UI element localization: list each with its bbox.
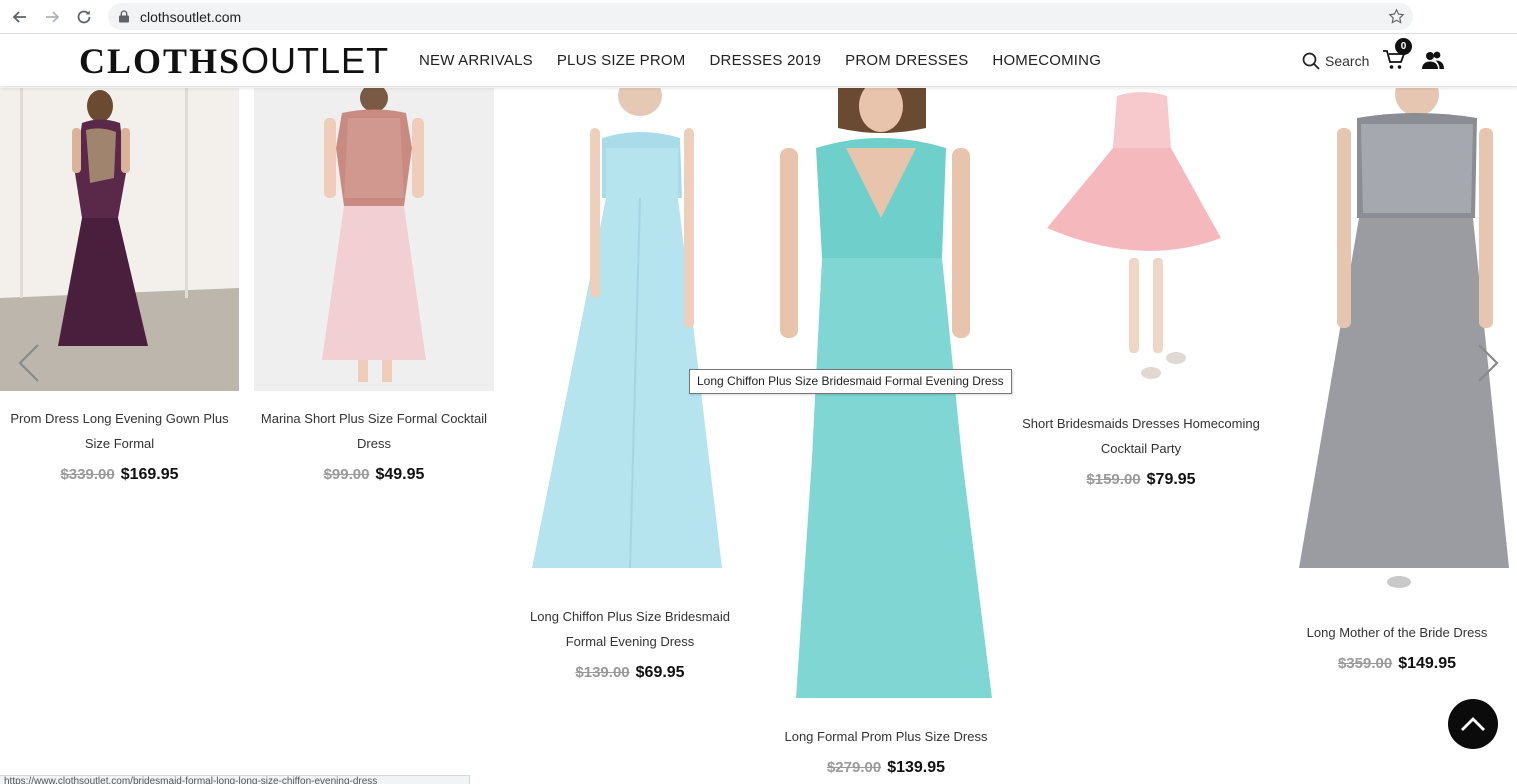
product-card[interactable]: Long Mother of the Bride Dress $359.00 $1…	[1277, 88, 1517, 688]
product-image[interactable]	[510, 88, 750, 588]
product-price: $159.00 $79.95	[1021, 471, 1261, 489]
back-to-top-button[interactable]	[1448, 699, 1498, 749]
logo-bold-text: CLOTHS	[79, 41, 242, 81]
nav-homecoming[interactable]: HOMECOMING	[992, 52, 1101, 69]
forward-icon[interactable]	[41, 6, 63, 28]
nav-dresses-2019[interactable]: DRESSES 2019	[710, 52, 822, 69]
logo-light-text: OUTLET	[241, 40, 390, 81]
old-price: $139.00	[575, 664, 630, 681]
sale-price: $79.95	[1146, 471, 1196, 488]
hover-tooltip: Long Chiffon Plus Size Bridesmaid Formal…	[689, 369, 1012, 394]
address-bar[interactable]: clothsoutlet.com	[108, 3, 1413, 30]
product-carousel: Prom Dress Long Evening Gown Plus Size F…	[0, 88, 1517, 784]
product-card[interactable]: Marina Short Plus Size Formal Cocktail D…	[254, 88, 494, 508]
product-price: $359.00 $149.95	[1277, 655, 1517, 673]
account-icon[interactable]	[1422, 50, 1444, 70]
carousel-next-icon[interactable]	[1475, 343, 1501, 383]
cart-count-badge: 0	[1395, 38, 1412, 55]
product-name[interactable]: Marina Short Plus Size Formal Cocktail D…	[254, 406, 494, 456]
chevron-up-icon	[1461, 717, 1485, 731]
nav-prom-dresses[interactable]: PROM DRESSES	[845, 52, 968, 69]
browser-status-bar: https://www.clothsoutlet.com/bridesmaid-…	[0, 775, 470, 784]
product-image[interactable]	[254, 88, 494, 391]
product-image[interactable]	[766, 88, 1006, 700]
product-name[interactable]: Long Chiffon Plus Size Bridesmaid Formal…	[510, 604, 750, 654]
sale-price: $49.95	[375, 466, 425, 483]
product-price: $279.00 $139.95	[766, 759, 1006, 777]
main-nav: NEW ARRIVALS PLUS SIZE PROM DRESSES 2019…	[419, 52, 1125, 69]
product-price: $339.00 $169.95	[0, 466, 239, 484]
product-image[interactable]	[1021, 88, 1261, 391]
bookmark-star-icon[interactable]	[1388, 8, 1405, 25]
product-name[interactable]: Long Mother of the Bride Dress	[1277, 620, 1517, 645]
reload-icon[interactable]	[73, 6, 95, 28]
sale-price: $149.95	[1398, 655, 1457, 672]
back-icon[interactable]	[9, 6, 31, 28]
search-button[interactable]: Search	[1302, 52, 1369, 70]
sale-price: $139.95	[887, 759, 946, 776]
nav-plus-size-prom[interactable]: PLUS SIZE PROM	[557, 52, 686, 69]
product-name[interactable]: Prom Dress Long Evening Gown Plus Size F…	[0, 406, 239, 456]
product-card[interactable]: Short Bridesmaids Dresses Homecoming Coc…	[1021, 88, 1261, 508]
browser-toolbar: clothsoutlet.com	[0, 0, 1517, 34]
search-label: Search	[1325, 53, 1370, 69]
old-price: $159.00	[1086, 471, 1141, 488]
product-name[interactable]: Long Formal Prom Plus Size Dress	[766, 724, 1006, 749]
old-price: $339.00	[60, 466, 115, 483]
nav-new-arrivals[interactable]: NEW ARRIVALS	[419, 52, 533, 69]
carousel-prev-icon[interactable]	[16, 343, 42, 383]
site-logo[interactable]: CLOTHSOUTLET	[79, 40, 390, 81]
old-price: $359.00	[1337, 655, 1393, 672]
lock-icon	[119, 10, 129, 23]
product-card[interactable]: Prom Dress Long Evening Gown Plus Size F…	[0, 88, 239, 508]
product-price: $139.00 $69.95	[510, 664, 750, 682]
url-text: clothsoutlet.com	[140, 9, 242, 25]
product-card[interactable]: Long Formal Prom Plus Size Dress $279.00…	[766, 88, 1006, 784]
search-icon	[1302, 52, 1320, 70]
site-header: CLOTHSOUTLET NEW ARRIVALS PLUS SIZE PROM…	[0, 35, 1517, 87]
sale-price: $169.95	[120, 466, 179, 483]
old-price: $99.00	[323, 466, 370, 483]
sale-price: $69.95	[635, 664, 685, 681]
product-price: $99.00 $49.95	[254, 466, 494, 484]
old-price: $279.00	[826, 759, 882, 776]
product-name[interactable]: Short Bridesmaids Dresses Homecoming Coc…	[1021, 411, 1261, 461]
